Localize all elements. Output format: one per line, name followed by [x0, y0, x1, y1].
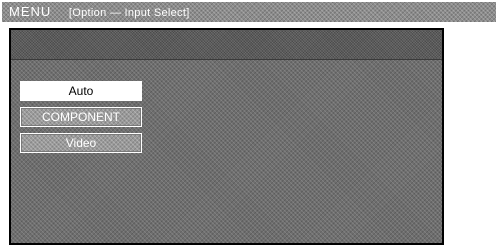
option-auto-button[interactable]: Auto [20, 81, 142, 101]
panel-header-band [11, 30, 442, 60]
option-auto-label: Auto [68, 84, 94, 98]
option-component-button[interactable]: COMPONENT [20, 107, 142, 127]
option-video-button[interactable]: Video [20, 133, 142, 153]
input-select-panel: Auto COMPONENT Video [9, 28, 444, 245]
option-video-label: Video [65, 136, 97, 150]
menu-breadcrumb: [Option — Input Select] [68, 7, 190, 19]
menu-title: MENU [9, 4, 52, 19]
menu-title-bar: MENU [Option — Input Select] [2, 2, 496, 22]
input-options-list: Auto COMPONENT Video [20, 81, 142, 159]
osd-screen: MENU [Option — Input Select] Auto COMPON… [0, 0, 498, 248]
option-component-label: COMPONENT [42, 110, 120, 124]
